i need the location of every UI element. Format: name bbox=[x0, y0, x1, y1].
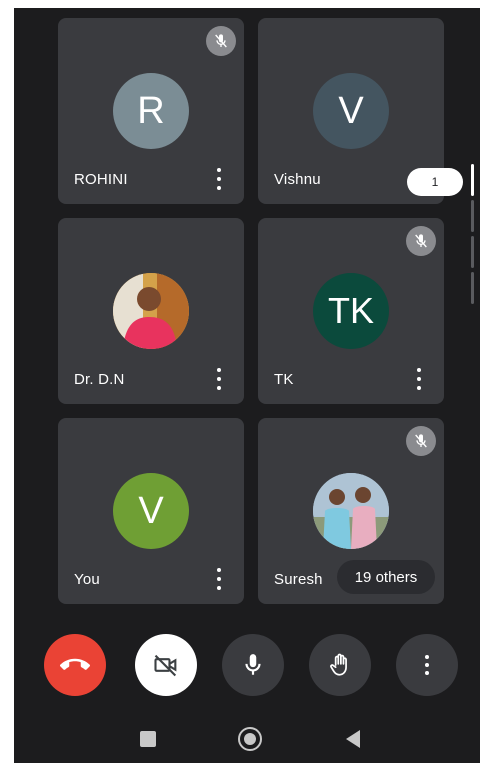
participant-name: Dr. D.N bbox=[74, 371, 125, 388]
back-icon[interactable] bbox=[344, 729, 362, 749]
participant-tile-rohini[interactable]: R ROHINI bbox=[58, 18, 244, 204]
participant-tile-tk[interactable]: TK TK bbox=[258, 218, 444, 404]
raise-hand-button[interactable] bbox=[309, 634, 371, 696]
more-options-button[interactable] bbox=[396, 634, 458, 696]
more-vert-icon[interactable] bbox=[214, 168, 224, 190]
recent-apps-icon[interactable] bbox=[140, 731, 156, 747]
avatar: R bbox=[113, 73, 189, 149]
system-nav-bar bbox=[14, 708, 480, 763]
more-options-icon bbox=[424, 655, 430, 675]
microphone-icon bbox=[245, 654, 261, 675]
page-indicator-badge[interactable]: 1 bbox=[407, 168, 463, 196]
participant-name: Suresh bbox=[274, 571, 323, 588]
home-icon[interactable] bbox=[238, 727, 262, 751]
more-vert-icon[interactable] bbox=[414, 368, 424, 390]
avatar-photo bbox=[113, 273, 189, 349]
end-call-button[interactable] bbox=[44, 634, 106, 696]
avatar: V bbox=[313, 73, 389, 149]
avatar: V bbox=[113, 473, 189, 549]
avatar-photo bbox=[313, 473, 389, 549]
mic-off-icon bbox=[406, 226, 436, 256]
mic-off-icon bbox=[206, 26, 236, 56]
others-chip[interactable]: 19 others bbox=[337, 560, 435, 594]
participant-tile-dr-dn[interactable]: Dr. D.N bbox=[58, 218, 244, 404]
camera-off-icon bbox=[154, 654, 177, 677]
mic-off-icon bbox=[406, 426, 436, 456]
more-vert-icon[interactable] bbox=[214, 568, 224, 590]
avatar: TK bbox=[313, 273, 389, 349]
more-vert-icon[interactable] bbox=[214, 368, 224, 390]
participant-name: ROHINI bbox=[74, 171, 128, 188]
participant-tile-you[interactable]: V You bbox=[58, 418, 244, 604]
participant-name: TK bbox=[274, 371, 294, 388]
raise-hand-icon bbox=[330, 653, 347, 676]
participant-name: Vishnu bbox=[274, 171, 321, 188]
meet-call-screen: R ROHINI V Vishnu Dr. D.N TK TK V You Su… bbox=[14, 8, 480, 763]
microphone-button[interactable] bbox=[222, 634, 284, 696]
scrollbar[interactable] bbox=[471, 164, 475, 304]
camera-toggle-button[interactable] bbox=[135, 634, 197, 696]
end-call-icon bbox=[60, 658, 90, 670]
participant-name: You bbox=[74, 571, 100, 588]
